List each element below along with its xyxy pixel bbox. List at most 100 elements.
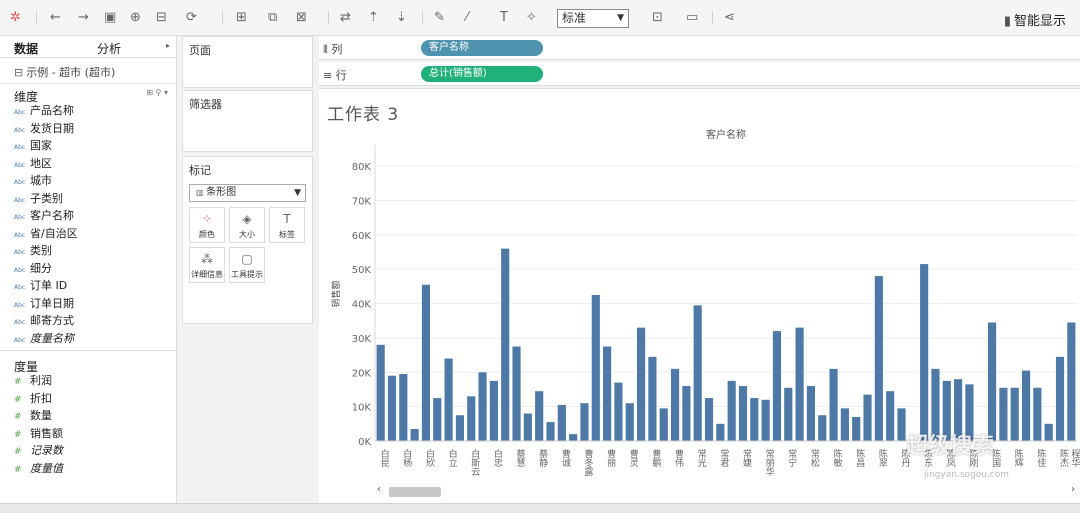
swap-rows-columns-icon[interactable]: ⇄: [340, 9, 351, 27]
pages-card[interactable]: 页面: [182, 36, 313, 88]
scroll-left-icon[interactable]: ‹: [377, 484, 381, 495]
bar: [603, 346, 612, 441]
scrollbar-thumb[interactable]: [389, 487, 441, 497]
dimensions-title: 维度: [14, 90, 39, 104]
save-icon[interactable]: ▣: [104, 9, 116, 27]
x-tick-label: 陈辉: [1013, 448, 1024, 468]
field-item[interactable]: # 记录数: [0, 442, 176, 460]
show-me-label: 智能显示: [1013, 14, 1066, 29]
tab-data[interactable]: 数据: [14, 40, 38, 57]
field-item[interactable]: # 折扣: [0, 390, 176, 408]
sort-ascending-icon[interactable]: ⇡: [368, 9, 379, 27]
rows-pill[interactable]: 总计(销售额): [421, 66, 543, 82]
detail-icon: ⁂: [201, 252, 213, 266]
fit-select[interactable]: 标准 ▼: [557, 9, 629, 28]
field-item[interactable]: Abc 类别: [0, 242, 176, 260]
x-tick-label: 陈佳: [1035, 448, 1046, 467]
clear-sheet-icon[interactable]: ⊠: [296, 9, 307, 27]
field-item[interactable]: Abc 国家: [0, 137, 176, 155]
refresh-icon[interactable]: ⟳: [186, 9, 197, 27]
new-worksheet-icon[interactable]: ⊞: [236, 9, 247, 27]
measures-title: 度量: [14, 360, 39, 374]
rows-label-text: 行: [335, 69, 347, 82]
tableau-logo-icon[interactable]: ✲: [10, 9, 21, 27]
field-label: 子类别: [30, 191, 63, 205]
label-button[interactable]: T 标签: [269, 207, 305, 243]
field-item[interactable]: # 数量: [0, 407, 176, 425]
dimension-type-icon: Abc: [14, 109, 26, 116]
detail-button[interactable]: ⁂ 详细信息: [189, 247, 225, 283]
mark-type-value: 条形图: [206, 187, 237, 198]
rows-shelf[interactable]: ≡ 行 总计(销售额): [319, 62, 1080, 86]
group-icon[interactable]: ⁄: [466, 9, 468, 27]
chart-title: 客户名称: [706, 128, 746, 141]
toolbar-divider: [422, 11, 423, 25]
new-datasource-icon[interactable]: ⊕: [130, 9, 141, 27]
x-tick-label: 曹伟: [673, 448, 684, 468]
pane-menu-icon[interactable]: ▸: [166, 41, 170, 50]
toolbar: ✲ ← → ▣ ⊕ ⊟ ⟳ ⊞ ⧉ ⊠ ⇄ ⇡ ⇣ ✎ ⁄ T ✧ 标准 ▼ ⊡…: [0, 0, 1080, 36]
scroll-right-icon[interactable]: ›: [1071, 484, 1075, 495]
bar: [1044, 423, 1053, 441]
tooltip-button[interactable]: ▢ 工具提示: [229, 247, 265, 283]
share-icon[interactable]: ⋖: [724, 9, 735, 27]
x-tick-label: 陈杰: [1058, 448, 1069, 468]
toolbar-divider: [36, 11, 37, 25]
bar: [806, 386, 815, 441]
x-tick-label: 常丽华: [764, 448, 775, 477]
bar: [648, 356, 657, 441]
mark-type-select[interactable]: ▥ 条形图 ▼: [189, 184, 306, 202]
field-item[interactable]: Abc 度量名称: [0, 330, 176, 348]
bar: [387, 375, 397, 441]
columns-pill[interactable]: 客户名称: [421, 40, 543, 56]
field-item[interactable]: Abc 省/自治区: [0, 225, 176, 243]
bar: [795, 327, 804, 441]
field-label: 度量名称: [30, 331, 74, 345]
pin-axes-icon[interactable]: ✧: [526, 9, 537, 27]
undo-icon[interactable]: ←: [50, 9, 61, 27]
sort-descending-icon[interactable]: ⇣: [396, 9, 407, 27]
presentation-mode-icon[interactable]: ▭: [686, 9, 698, 27]
field-item[interactable]: Abc 订单日期: [0, 295, 176, 313]
field-label: 数量: [30, 409, 52, 422]
search-icon[interactable]: ⊞ ⚲ ▾: [146, 88, 168, 97]
dimension-type-icon: Abc: [14, 179, 26, 186]
dimension-type-icon: Abc: [14, 284, 26, 291]
field-item[interactable]: Abc 城市: [0, 172, 176, 190]
bar: [886, 391, 895, 441]
y-tick-label: 80K: [352, 162, 372, 173]
field-item[interactable]: Abc 子类别: [0, 190, 176, 208]
measures-list: # 利润 # 折扣 # 数量 # 销售额 # 记录数 # 度量值: [0, 372, 176, 477]
datasource-menu-icon[interactable]: ⊟: [156, 9, 167, 27]
filters-card[interactable]: 筛选器: [182, 90, 313, 152]
bar: [467, 396, 476, 441]
field-label: 地区: [30, 156, 52, 170]
columns-shelf[interactable]: ⦀ 列 客户名称: [319, 36, 1080, 60]
dimension-type-icon: Abc: [14, 336, 26, 344]
field-item[interactable]: Abc 邮寄方式: [0, 312, 176, 330]
horizontal-scrollbar[interactable]: ‹ ›: [375, 484, 1077, 498]
show-labels-icon[interactable]: T: [500, 9, 508, 27]
chevron-down-icon: ▼: [617, 13, 624, 23]
show-me-button[interactable]: ▮ 智能显示: [1004, 10, 1066, 29]
tab-analysis[interactable]: 分析: [97, 40, 121, 57]
show-me-icon: ▮: [1003, 14, 1011, 29]
show-cards-icon[interactable]: ⊡: [652, 9, 663, 27]
y-tick-label: 0K: [358, 437, 371, 448]
datasource-name: 示例 - 超市 (超市): [26, 66, 116, 79]
field-item[interactable]: Abc 地区: [0, 155, 176, 173]
bar: [863, 394, 872, 441]
field-item[interactable]: # 销售额: [0, 425, 176, 443]
field-item[interactable]: # 度量值: [0, 460, 176, 478]
datasource-item[interactable]: ⊟ 示例 - 超市 (超市): [0, 58, 176, 84]
field-item[interactable]: Abc 细分: [0, 260, 176, 278]
color-button[interactable]: ⁘ 颜色: [189, 207, 225, 243]
size-button[interactable]: ◈ 大小: [229, 207, 265, 243]
field-item[interactable]: Abc 客户名称: [0, 207, 176, 225]
highlight-icon[interactable]: ✎: [434, 9, 445, 27]
color-icon: ⁘: [201, 212, 213, 226]
redo-icon[interactable]: →: [78, 9, 89, 27]
duplicate-sheet-icon[interactable]: ⧉: [268, 9, 277, 27]
field-item[interactable]: Abc 发货日期: [0, 120, 176, 138]
field-item[interactable]: Abc 订单 ID: [0, 277, 176, 295]
